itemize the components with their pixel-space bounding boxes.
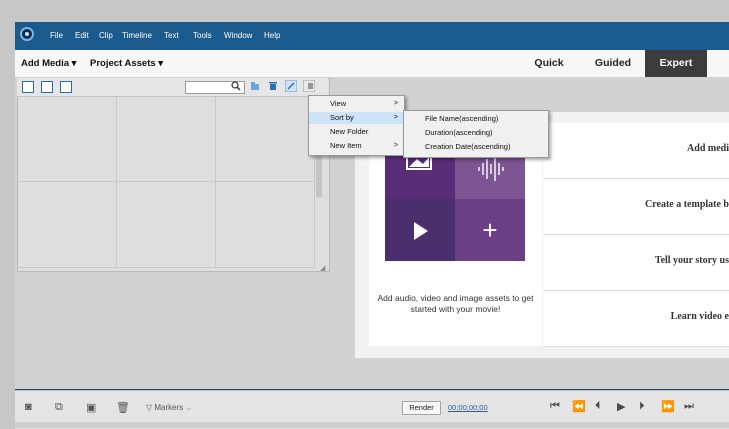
menu-bar: File Edit Clip Timeline Text Tools Windo…	[15, 22, 729, 50]
step-back-icon[interactable]: ⏴	[595, 400, 601, 413]
menu-window[interactable]: Window	[224, 22, 252, 50]
menu-item-new-folder[interactable]: New Folder	[309, 126, 404, 138]
go-to-start-icon[interactable]: ⏮	[550, 400, 560, 413]
asset-grid-cell	[117, 182, 216, 268]
menu-help[interactable]: Help	[264, 22, 280, 50]
image-filter-icon[interactable]	[41, 81, 53, 93]
camera-icon[interactable]: ◙	[25, 401, 32, 413]
menu-item-view[interactable]: View >	[309, 98, 404, 110]
tab-guided[interactable]: Guided	[587, 50, 639, 77]
main-toolbar: Add Media ▾ Project Assets ▾ Quick Guide…	[15, 50, 729, 78]
new-folder-icon[interactable]	[250, 81, 260, 91]
menu-item-sort-by[interactable]: Sort by >	[309, 112, 404, 124]
step-forward-icon[interactable]: ⏵	[639, 400, 645, 413]
asset-grid-cell	[18, 97, 117, 182]
chevron-right-icon: >	[393, 142, 398, 149]
go-to-end-icon[interactable]: ⏭	[684, 400, 694, 413]
timeline-ruler[interactable]	[15, 422, 729, 428]
timecode-display[interactable]: 00;00;00;00	[448, 403, 488, 412]
welcome-list-item[interactable]: Tell your story us	[543, 235, 729, 291]
chevron-right-icon: >	[393, 114, 398, 121]
menu-text[interactable]: Text	[164, 22, 179, 50]
menu-file[interactable]: File	[50, 22, 63, 50]
clip-icon[interactable]: ▣	[86, 401, 96, 414]
rewind-icon[interactable]: ⏪	[572, 400, 586, 413]
export-icon[interactable]: ⧉	[55, 401, 63, 414]
asset-grid-cell	[117, 97, 216, 182]
sort-option-duration[interactable]: Duration(ascending)	[404, 127, 548, 139]
trash-icon[interactable]: 🗑︎	[116, 401, 130, 414]
asset-grid-cell	[216, 97, 315, 182]
project-assets-button[interactable]: Project Assets ▾	[90, 50, 163, 77]
menu-clip[interactable]: Clip	[99, 22, 113, 50]
add-media-button[interactable]: Add Media ▾	[21, 50, 76, 77]
asset-grid-cell	[216, 182, 315, 268]
delete-icon[interactable]	[268, 81, 278, 91]
play-button-icon[interactable]: ▶	[617, 400, 625, 413]
welcome-list-item[interactable]: Create a template b	[543, 179, 729, 235]
menu-edit[interactable]: Edit	[75, 22, 89, 50]
sort-option-file-name[interactable]: File Name(ascending)	[404, 113, 548, 125]
audio-filter-icon[interactable]	[60, 81, 72, 93]
tab-quick[interactable]: Quick	[527, 50, 571, 77]
context-menu: View > Sort by > New Folder New Item >	[308, 95, 405, 156]
video-tile	[385, 199, 455, 261]
tab-expert[interactable]: Expert	[645, 50, 707, 77]
search-icon[interactable]	[231, 81, 241, 91]
menu-tools[interactable]: Tools	[193, 22, 212, 50]
video-filter-icon[interactable]	[22, 81, 34, 93]
app-logo-icon	[20, 27, 34, 41]
render-button[interactable]: Render	[402, 401, 441, 415]
panel-menu-icon[interactable]	[303, 80, 315, 92]
add-tile[interactable]: +	[455, 199, 525, 261]
markers-button[interactable]: ▽ Markers ⌄	[146, 403, 192, 412]
welcome-list-item[interactable]: Add medi	[543, 123, 729, 179]
fast-forward-icon[interactable]: ⏩	[661, 400, 675, 413]
plus-icon: +	[482, 215, 498, 245]
sort-option-creation-date[interactable]: Creation Date(ascending)	[404, 141, 548, 153]
play-icon	[414, 222, 428, 240]
card-caption: Add audio, video and image assets to get…	[377, 293, 534, 314]
menu-item-new-item[interactable]: New Item >	[309, 140, 404, 152]
menu-timeline[interactable]: Timeline	[122, 22, 152, 50]
chevron-right-icon: >	[393, 100, 398, 107]
resize-grip-icon[interactable]: ◢	[320, 264, 328, 272]
welcome-list-item[interactable]: Learn video e	[543, 291, 729, 347]
pin-icon[interactable]	[285, 80, 297, 92]
asset-grid-cell	[18, 182, 117, 268]
sort-submenu: File Name(ascending) Duration(ascending)…	[403, 110, 549, 158]
